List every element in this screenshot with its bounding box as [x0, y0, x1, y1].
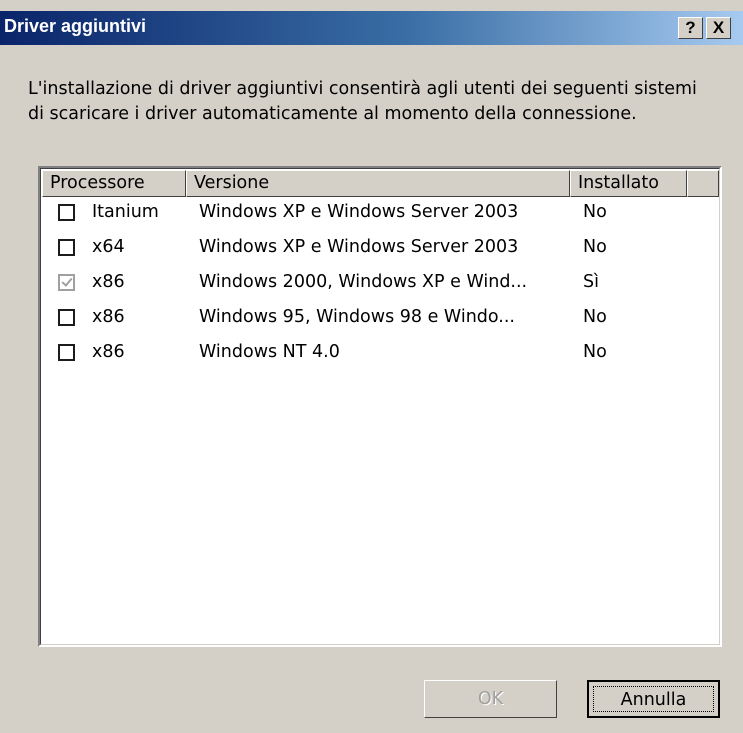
installed-cell: No	[583, 307, 607, 327]
processor-cell: x86	[92, 272, 125, 292]
title-bar[interactable]: Driver aggiuntivi ? X	[0, 11, 743, 45]
help-button[interactable]: ?	[678, 17, 703, 39]
processor-cell: Itanium	[92, 202, 159, 222]
row-checkbox[interactable]	[58, 344, 75, 361]
row-checkbox-checked	[58, 274, 75, 291]
installed-cell: Sì	[583, 272, 599, 292]
version-cell: Windows 2000, Windows XP e Wind...	[199, 272, 528, 292]
row-checkbox[interactable]	[58, 204, 75, 221]
version-cell: Windows NT 4.0	[199, 342, 340, 362]
installed-cell: No	[583, 342, 607, 362]
table-row[interactable]: x64 Windows XP e Windows Server 2003 No	[41, 234, 721, 269]
table-row[interactable]: x86 Windows NT 4.0 No	[41, 339, 721, 374]
table-row[interactable]: x86 Windows 2000, Windows XP e Wind... S…	[41, 269, 721, 304]
window-title: Driver aggiuntivi	[4, 16, 147, 36]
focus-rectangle	[593, 686, 714, 712]
ok-button[interactable]: OK	[424, 680, 557, 718]
row-checkbox[interactable]	[58, 239, 75, 256]
installed-cell: No	[583, 237, 607, 257]
version-cell: Windows 95, Windows 98 e Windo...	[199, 307, 515, 327]
driver-list[interactable]: Processore Versione Installato Itanium W…	[38, 166, 722, 647]
driver-dialog: Driver aggiuntivi ? X L'installazione di…	[0, 0, 743, 733]
processor-cell: x86	[92, 307, 125, 327]
version-cell: Windows XP e Windows Server 2003	[199, 202, 519, 222]
close-button[interactable]: X	[706, 17, 731, 39]
version-cell: Windows XP e Windows Server 2003	[199, 237, 519, 257]
row-checkbox[interactable]	[58, 309, 75, 326]
description-text: L'installazione di driver aggiuntivi con…	[28, 79, 697, 124]
column-header-processor[interactable]: Processore	[42, 170, 186, 197]
cancel-button[interactable]: Annulla	[587, 680, 720, 718]
column-header-version[interactable]: Versione	[186, 170, 570, 197]
processor-cell: x86	[92, 342, 125, 362]
table-row[interactable]: x86 Windows 95, Windows 98 e Windo... No	[41, 304, 721, 339]
column-header-installed[interactable]: Installato	[570, 170, 687, 197]
column-header-filler	[687, 170, 719, 197]
installed-cell: No	[583, 202, 607, 222]
table-row[interactable]: Itanium Windows XP e Windows Server 2003…	[41, 199, 721, 234]
processor-cell: x64	[92, 237, 125, 257]
